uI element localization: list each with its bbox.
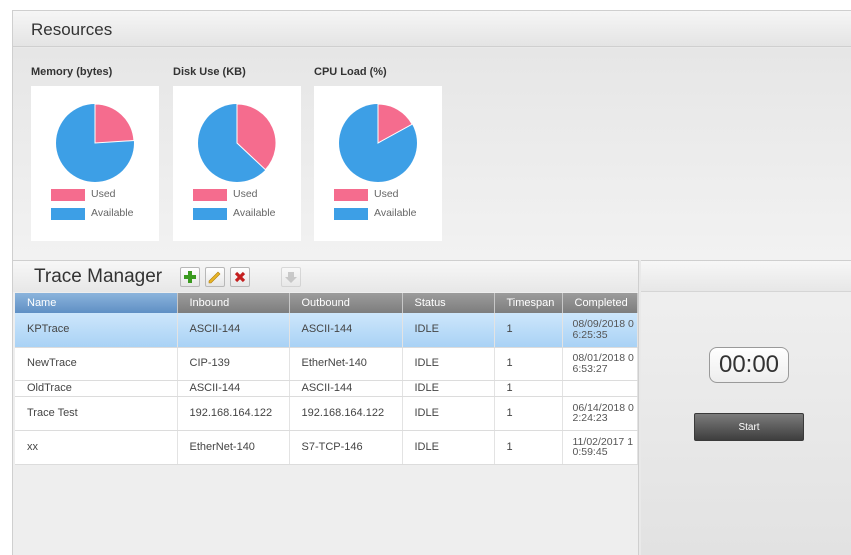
- cpu-pie: [339, 103, 417, 182]
- delete-icon: [234, 271, 246, 283]
- cell-outbound: EtherNet-140: [289, 347, 403, 381]
- available-swatch: [193, 208, 227, 220]
- trace-manager-panel: Trace Manager Name Inbound Outbound Stat…: [13, 260, 639, 555]
- table-row[interactable]: OldTrace ASCII-144 ASCII-144 IDLE 1: [15, 380, 638, 397]
- trace-manager-title: Trace Manager: [34, 266, 163, 287]
- cell-status: IDLE: [402, 313, 495, 348]
- cell-completed: 08/01/2018 06:53:27: [562, 347, 638, 381]
- add-icon: [184, 271, 196, 283]
- cell-outbound: S7-TCP-146: [289, 430, 403, 465]
- cell-completed: 06/14/2018 02:24:23: [562, 396, 638, 431]
- used-swatch: [193, 189, 227, 201]
- cell-timespan: 1: [494, 313, 563, 348]
- cell-completed: 08/09/2018 06:25:35: [562, 313, 638, 348]
- cell-status: IDLE: [402, 430, 495, 465]
- download-icon: [285, 272, 297, 283]
- memory-chart-label: Memory (bytes): [31, 66, 113, 78]
- cell-inbound: ASCII-144: [177, 313, 290, 348]
- start-button[interactable]: Start: [694, 413, 804, 441]
- cell-timespan: 1: [494, 396, 563, 431]
- cell-outbound: ASCII-144: [289, 380, 403, 397]
- trace-manager-header: Trace Manager: [13, 261, 638, 292]
- cell-inbound: EtherNet-140: [177, 430, 290, 465]
- cell-status: IDLE: [402, 396, 495, 431]
- edit-trace-button[interactable]: [205, 267, 225, 287]
- cell-completed: [562, 380, 638, 397]
- cell-outbound: ASCII-144: [289, 313, 403, 348]
- delete-trace-button[interactable]: [230, 267, 250, 287]
- add-trace-button[interactable]: [180, 267, 200, 287]
- memory-pie-used-slice: [94, 103, 135, 144]
- used-swatch: [334, 189, 368, 201]
- column-header-outbound[interactable]: Outbound: [289, 293, 403, 313]
- legend-used-label: Used: [233, 188, 258, 200]
- column-header-name[interactable]: Name: [15, 293, 178, 313]
- legend-available-label: Available: [91, 207, 134, 219]
- cell-name: Trace Test: [15, 396, 178, 431]
- app-frame: Resources Memory (bytes) Used Available: [12, 10, 851, 555]
- disk-chart-card: Used Available: [173, 86, 301, 241]
- cell-timespan: 1: [494, 430, 563, 465]
- trace-table-header: Name Inbound Outbound Status Timespan Co…: [15, 293, 638, 313]
- used-swatch: [51, 189, 85, 201]
- legend-used-label: Used: [91, 188, 116, 200]
- cell-status: IDLE: [402, 380, 495, 397]
- cell-status: IDLE: [402, 347, 495, 381]
- cpu-chart-label: CPU Load (%): [314, 66, 387, 78]
- column-header-completed[interactable]: Completed: [562, 293, 638, 313]
- available-swatch: [334, 208, 368, 220]
- disk-pie: [198, 103, 277, 182]
- column-header-inbound[interactable]: Inbound: [177, 293, 290, 313]
- resources-header: Resources: [13, 11, 851, 47]
- legend-available-label: Available: [374, 207, 417, 219]
- download-trace-button[interactable]: [281, 267, 301, 287]
- cell-timespan: 1: [494, 380, 563, 397]
- column-header-status[interactable]: Status: [402, 293, 495, 313]
- cell-outbound: 192.168.164.122: [289, 396, 403, 431]
- cpu-chart-card: Used Available: [314, 86, 442, 241]
- edit-icon: [208, 271, 221, 284]
- cell-inbound: CIP-139: [177, 347, 290, 381]
- table-row[interactable]: Trace Test 192.168.164.122 192.168.164.1…: [15, 396, 638, 431]
- cell-name: xx: [15, 430, 178, 465]
- cell-name: OldTrace: [15, 380, 178, 397]
- table-row[interactable]: KPTrace ASCII-144 ASCII-144 IDLE 1 08/09…: [15, 313, 638, 348]
- cell-name: KPTrace: [15, 313, 178, 348]
- cell-completed: 11/02/2017 10:59:45: [562, 430, 638, 465]
- table-row[interactable]: xx EtherNet-140 S7-TCP-146 IDLE 1 11/02/…: [15, 430, 638, 465]
- resources-title: Resources: [31, 20, 113, 39]
- memory-chart-card: Used Available: [31, 86, 159, 241]
- resources-body: Memory (bytes) Used Available Disk Use (…: [13, 48, 851, 260]
- available-swatch: [51, 208, 85, 220]
- column-header-timespan[interactable]: Timespan: [494, 293, 563, 313]
- timer-panel: 00:00 Start: [641, 260, 851, 555]
- cell-inbound: ASCII-144: [177, 380, 290, 397]
- timer-display: 00:00: [709, 347, 789, 383]
- legend-available-label: Available: [233, 207, 276, 219]
- legend-used-label: Used: [374, 188, 399, 200]
- memory-pie: [56, 103, 135, 182]
- disk-chart-label: Disk Use (KB): [173, 66, 246, 78]
- cell-name: NewTrace: [15, 347, 178, 381]
- cell-timespan: 1: [494, 347, 563, 381]
- timer-panel-header: [641, 261, 851, 292]
- cell-inbound: 192.168.164.122: [177, 396, 290, 431]
- table-row[interactable]: NewTrace CIP-139 EtherNet-140 IDLE 1 08/…: [15, 347, 638, 381]
- trace-table: Name Inbound Outbound Status Timespan Co…: [15, 293, 638, 465]
